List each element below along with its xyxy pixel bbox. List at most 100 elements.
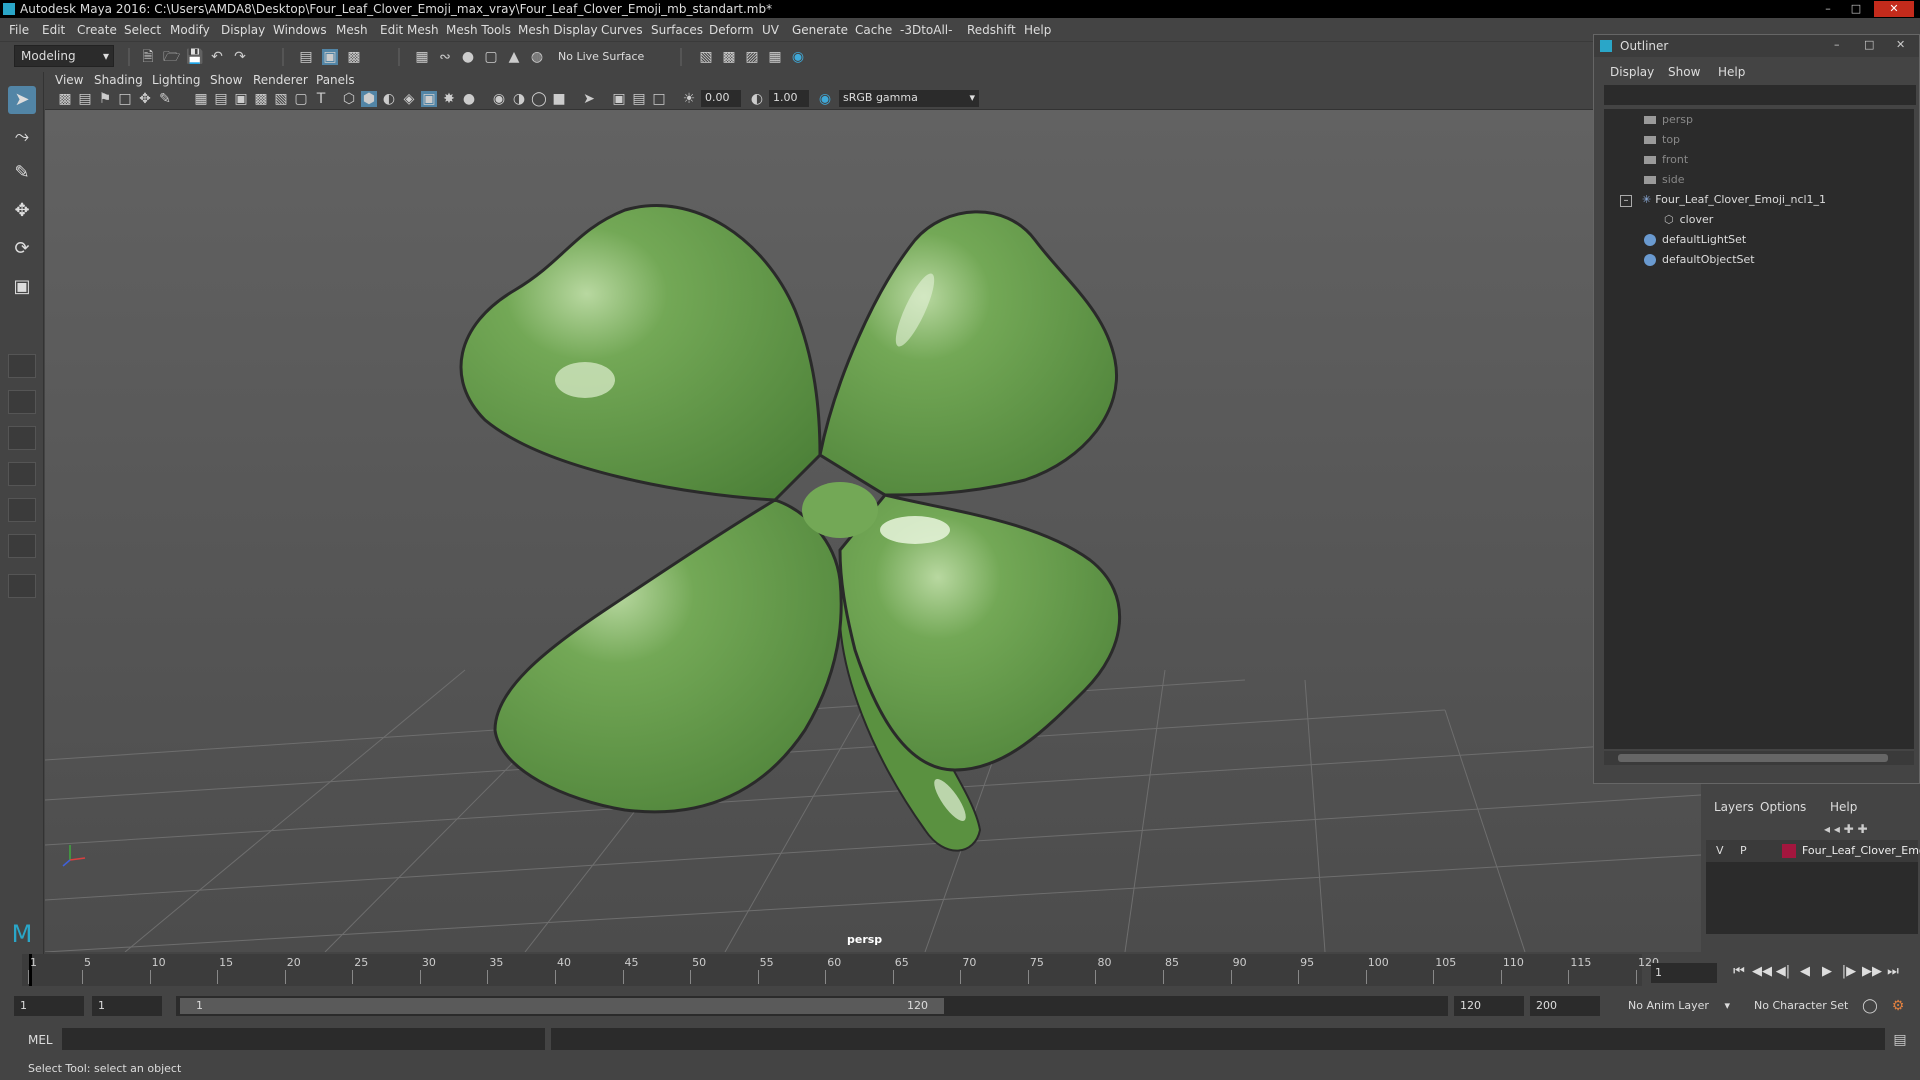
menu-modify[interactable]: Modify — [170, 23, 210, 37]
outliner-item-default-object-set[interactable]: defaultObjectSet — [1644, 253, 1755, 271]
two-d-pan-icon[interactable]: ✥ — [137, 91, 153, 107]
time-slider[interactable]: 1 5 10 15 20 25 30 35 40 45 50 55 60 65 70 75 80 85 90 95 10… — [22, 954, 1659, 986]
paint-select-tool-icon[interactable]: ✎ — [8, 159, 36, 187]
script-editor-icon[interactable]: ▤ — [1892, 1032, 1908, 1048]
outliner-item-default-light-set[interactable]: defaultLightSet — [1644, 233, 1746, 251]
layer-name[interactable]: Four_Leaf_Clover_Emo — [1802, 844, 1920, 857]
layer-playback-toggle[interactable]: P — [1740, 844, 1747, 857]
menu-3dtoall[interactable]: -3DtoAll- — [900, 23, 952, 37]
play-forward-icon[interactable]: ▶ — [1818, 963, 1836, 981]
step-forward-key-icon[interactable]: |▶ — [1840, 963, 1858, 981]
panel-menu-shading[interactable]: Shading — [94, 73, 143, 87]
panel-menu-show[interactable]: Show — [210, 73, 242, 87]
minimize-icon[interactable]: – — [1834, 38, 1840, 51]
persp-hypershade-layout-icon[interactable] — [8, 498, 36, 522]
script-language-toggle[interactable]: MEL — [28, 1033, 53, 1047]
depth-of-field-icon[interactable]: ■ — [551, 91, 567, 107]
lasso-tool-icon[interactable]: ⤳ — [8, 123, 36, 151]
select-component-icon[interactable]: ▩ — [346, 49, 362, 65]
redo-icon[interactable]: ↷ — [232, 49, 248, 65]
persp-graph-layout-icon[interactable] — [8, 462, 36, 486]
outliner-item-clover[interactable]: ⬡ clover — [1664, 213, 1713, 231]
anim-layer-dropdown[interactable]: No Anim Layer ▾ — [1622, 996, 1732, 1016]
menu-display[interactable]: Display — [221, 23, 265, 37]
menu-create[interactable]: Create — [77, 23, 117, 37]
animation-start-field[interactable]: 1 — [14, 996, 84, 1016]
scale-tool-icon[interactable]: ▣ — [8, 273, 36, 301]
menu-edit-mesh[interactable]: Edit Mesh — [380, 23, 439, 37]
auto-key-icon[interactable]: ◯ — [1862, 998, 1878, 1014]
playback-end-field[interactable]: 120 — [1454, 996, 1524, 1016]
go-to-start-icon[interactable]: ⏮ — [1730, 963, 1748, 981]
scrollbar-thumb[interactable] — [1618, 754, 1888, 762]
new-scene-icon[interactable]: 🗎 — [140, 49, 156, 65]
single-perspective-layout-icon[interactable] — [8, 354, 36, 378]
four-view-layout-icon[interactable] — [8, 390, 36, 414]
grease-pencil-icon[interactable]: ✎ — [157, 91, 173, 107]
3d-scene-view[interactable] — [45, 110, 1701, 952]
resolution-gate-icon[interactable]: ▣ — [233, 91, 249, 107]
snap-point-icon[interactable]: ● — [460, 49, 476, 65]
menu-mesh-tools[interactable]: Mesh Tools — [446, 23, 511, 37]
snap-live-icon[interactable]: ◍ — [529, 49, 545, 65]
layer-menu-layers[interactable]: Layers — [1714, 800, 1754, 814]
menu-curves[interactable]: Curves — [601, 23, 643, 37]
undo-icon[interactable]: ↶ — [209, 49, 225, 65]
snap-grid-icon[interactable]: ▦ — [414, 49, 430, 65]
menu-generate[interactable]: Generate — [792, 23, 848, 37]
viewport-panel[interactable]: View Shading Lighting Show Renderer Pane… — [45, 72, 1701, 952]
live-surface-field[interactable]: No Live Surface — [552, 47, 656, 67]
maximize-icon[interactable]: □ — [1864, 38, 1874, 51]
bookmark-icon[interactable]: ⚑ — [97, 91, 113, 107]
field-chart-icon[interactable]: ▧ — [273, 91, 289, 107]
outliner-item-persp[interactable]: persp — [1644, 113, 1693, 131]
select-tool-icon[interactable]: ➤ — [8, 86, 36, 114]
grid-icon[interactable]: ▦ — [193, 91, 209, 107]
textured-icon[interactable]: ▣ — [421, 91, 437, 107]
shadows-icon[interactable]: ● — [461, 91, 477, 107]
menu-mesh-display[interactable]: Mesh Display — [518, 23, 598, 37]
range-slider-handle[interactable]: 1 120 — [180, 998, 944, 1014]
current-frame-field[interactable]: 1 — [1651, 963, 1717, 983]
range-slider-track[interactable]: 1 120 — [176, 996, 1448, 1016]
layer-tool-icons[interactable]: ◂ ◂ ✚ ✚ — [1824, 822, 1868, 836]
minimize-icon[interactable]: – — [1818, 1, 1838, 17]
step-back-frame-icon[interactable]: ◀◀ — [1752, 963, 1772, 981]
layer-visibility-toggle[interactable]: V — [1716, 844, 1724, 857]
use-default-material-icon[interactable]: ◐ — [381, 91, 397, 107]
move-tool-icon[interactable]: ✥ — [8, 197, 36, 225]
anti-aliasing-icon[interactable]: ◯ — [531, 91, 547, 107]
safe-title-icon[interactable]: T — [313, 91, 329, 107]
mode-dropdown[interactable]: Modeling ▾ — [14, 45, 114, 67]
outliner-menu-show[interactable]: Show — [1668, 65, 1700, 79]
outliner-menu-help[interactable]: Help — [1718, 65, 1745, 79]
menu-windows[interactable]: Windows — [273, 23, 327, 37]
menu-surfaces[interactable]: Surfaces — [651, 23, 703, 37]
layer-color-swatch[interactable] — [1782, 844, 1796, 858]
open-scene-icon[interactable]: 🗁 — [163, 49, 180, 65]
camera-attributes-icon[interactable]: ▤ — [77, 91, 93, 107]
panel-menu-view[interactable]: View — [55, 73, 83, 87]
persp-uv-layout-icon[interactable] — [8, 534, 36, 558]
isolate-select-icon[interactable]: ➤ — [581, 91, 597, 107]
close-icon[interactable]: ✕ — [1896, 38, 1905, 51]
safe-action-icon[interactable]: ▢ — [293, 91, 309, 107]
outliner-horizontal-scrollbar[interactable] — [1604, 751, 1914, 765]
wireframe-icon[interactable]: ⬡ — [341, 91, 357, 107]
exposure-field[interactable]: 0.00 — [701, 90, 741, 107]
maximize-icon[interactable]: □ — [1846, 1, 1866, 17]
animation-preferences-icon[interactable]: ⚙ — [1890, 998, 1906, 1014]
ipr-render-icon[interactable]: ▨ — [744, 49, 760, 65]
rotate-tool-icon[interactable]: ⟳ — [8, 235, 36, 263]
mel-command-input[interactable] — [62, 1028, 545, 1050]
play-backward-icon[interactable]: ◀ — [1796, 963, 1814, 981]
menu-edit[interactable]: Edit — [42, 23, 65, 37]
save-scene-icon[interactable]: 💾 — [186, 49, 203, 65]
playback-start-field[interactable]: 1 — [92, 996, 162, 1016]
motion-blur-icon[interactable]: ◑ — [511, 91, 527, 107]
menu-redshift[interactable]: Redshift — [967, 23, 1016, 37]
gamma-icon[interactable]: ◐ — [749, 91, 765, 107]
color-management-icon[interactable]: ◉ — [817, 91, 833, 107]
outliner-item-front[interactable]: front — [1644, 153, 1688, 171]
collapse-icon[interactable]: – — [1620, 195, 1632, 207]
